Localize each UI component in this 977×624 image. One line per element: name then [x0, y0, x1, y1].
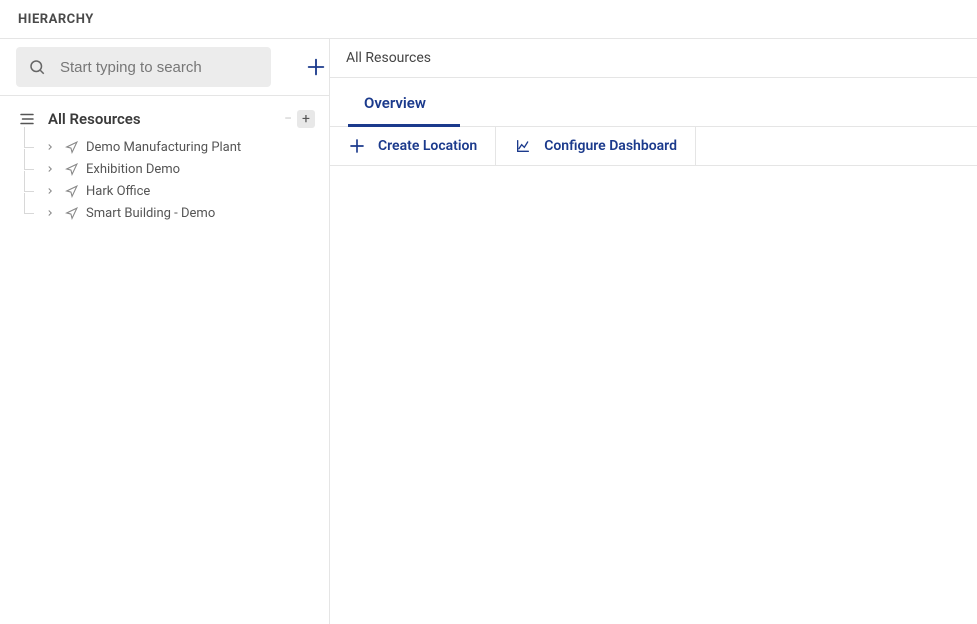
- plus-icon: +: [302, 112, 310, 126]
- tree-branch-icon: [18, 183, 36, 199]
- main-content: All Resources Overview Create Location: [330, 39, 977, 624]
- add-button[interactable]: [305, 53, 327, 81]
- app-header: HIERARCHY: [0, 0, 977, 39]
- breadcrumb: All Resources: [330, 39, 977, 78]
- navigate-icon: [64, 206, 78, 220]
- page-title: All Resources: [346, 50, 431, 66]
- create-location-button[interactable]: Create Location: [330, 127, 496, 165]
- chevron-right-icon[interactable]: [44, 141, 56, 153]
- tree-root[interactable]: All Resources − +: [0, 96, 329, 136]
- search-row: [0, 39, 329, 96]
- plus-icon: [348, 137, 366, 155]
- tree-branch-icon: [18, 161, 36, 177]
- tree-item[interactable]: Exhibition Demo: [0, 158, 329, 180]
- tab-label: Overview: [364, 94, 426, 112]
- tree-branch-icon: [18, 205, 36, 221]
- chevron-right-icon[interactable]: [44, 163, 56, 175]
- tree-item[interactable]: Demo Manufacturing Plant: [0, 136, 329, 158]
- hierarchy-icon: [18, 110, 36, 128]
- tab-overview[interactable]: Overview: [330, 78, 460, 126]
- collapse-button[interactable]: −: [279, 110, 297, 128]
- chevron-right-icon[interactable]: [44, 185, 56, 197]
- chart-icon: [514, 137, 532, 155]
- tree-root-actions: − +: [279, 110, 315, 128]
- tree-branch-icon: [18, 139, 36, 155]
- search-box[interactable]: [16, 47, 271, 87]
- tree-item-label: Smart Building - Demo: [86, 206, 329, 221]
- plus-icon: [305, 56, 327, 78]
- tree-item[interactable]: Smart Building - Demo: [0, 202, 329, 224]
- expand-button[interactable]: +: [297, 110, 315, 128]
- tree: Demo Manufacturing Plant Exhibition Demo: [0, 136, 329, 224]
- tree-root-label: All Resources: [48, 110, 267, 128]
- chevron-right-icon[interactable]: [44, 207, 56, 219]
- main-layout: All Resources − + Demo Manufacturing: [0, 39, 977, 624]
- button-label: Create Location: [378, 138, 477, 154]
- app-title: HIERARCHY: [18, 12, 94, 27]
- tree-item-label: Demo Manufacturing Plant: [86, 140, 329, 155]
- search-icon: [28, 58, 46, 76]
- search-input[interactable]: [60, 59, 259, 76]
- minus-icon: −: [284, 112, 292, 126]
- tree-item-label: Exhibition Demo: [86, 162, 329, 177]
- navigate-icon: [64, 140, 78, 154]
- button-label: Configure Dashboard: [544, 138, 677, 154]
- action-bar: Create Location Configure Dashboard: [330, 127, 977, 166]
- configure-dashboard-button[interactable]: Configure Dashboard: [496, 127, 696, 165]
- tab-bar: Overview: [330, 78, 977, 127]
- tree-item-label: Hark Office: [86, 184, 329, 199]
- navigate-icon: [64, 184, 78, 198]
- sidebar: All Resources − + Demo Manufacturing: [0, 39, 330, 624]
- navigate-icon: [64, 162, 78, 176]
- tree-item[interactable]: Hark Office: [0, 180, 329, 202]
